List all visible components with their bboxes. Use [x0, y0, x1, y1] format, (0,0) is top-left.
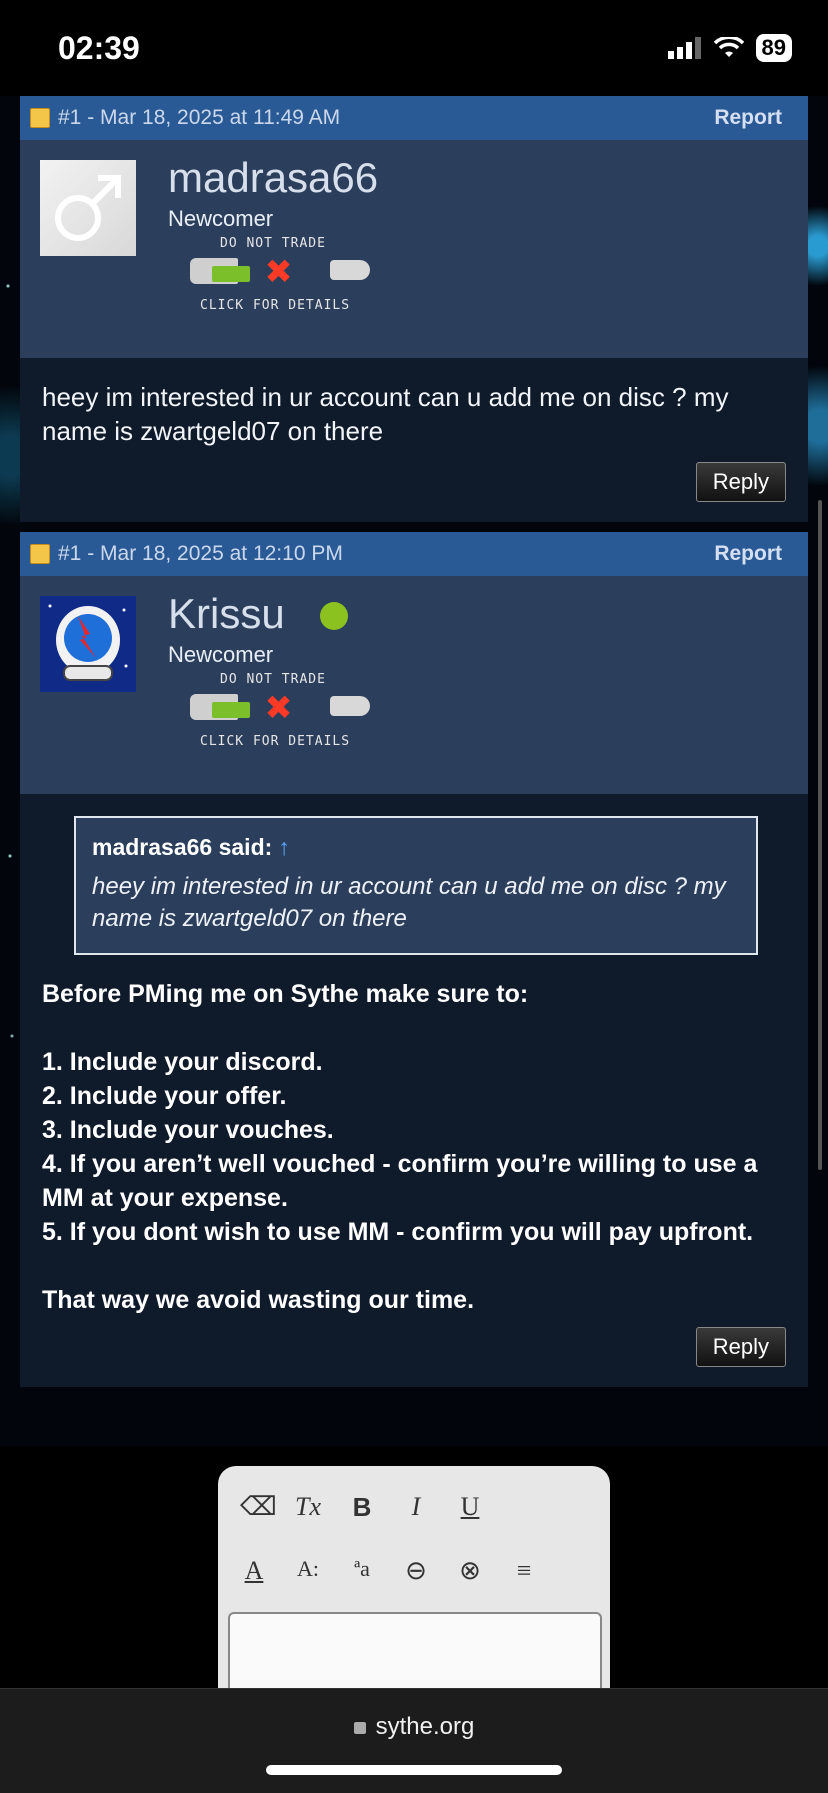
signal-icon: [667, 37, 701, 59]
user-rank: Newcomer: [168, 206, 274, 231]
report-link[interactable]: Report: [714, 106, 782, 130]
hand-money-icon: [190, 258, 250, 284]
hand-icon: [330, 696, 370, 716]
editor-toolbar-row-2: A A: ªa ⊖ ⊗ ≡: [240, 1556, 538, 1586]
post-number-date[interactable]: #1 - Mar 18, 2025 at 11:49 AM: [58, 106, 340, 130]
rule-item: 2. Include your offer.: [42, 1082, 287, 1110]
reply-button[interactable]: Reply: [695, 1327, 786, 1367]
red-x-icon: ✖: [266, 246, 293, 297]
hand-icon: [330, 260, 370, 280]
astronaut-icon: [48, 604, 128, 681]
username[interactable]: madrasa66: [168, 154, 378, 202]
post-2: #1 - Mar 18, 2025 at 12:10 PM Report Kri…: [20, 532, 808, 1387]
url-text: sythe.org: [375, 1713, 475, 1740]
reply-button[interactable]: Reply: [695, 462, 786, 502]
male-symbol-icon: [55, 175, 121, 241]
report-link[interactable]: Report: [714, 542, 782, 566]
status-icons: 89: [667, 34, 792, 62]
url-display[interactable]: sythe.org: [0, 1713, 828, 1741]
clear-format-icon[interactable]: Tx: [294, 1492, 322, 1523]
quote-header: madrasa66 said: ↑: [92, 834, 740, 861]
rule-item: 5. If you dont wish to use MM - confirm …: [42, 1218, 754, 1246]
unlink-icon[interactable]: ⊗: [456, 1556, 484, 1586]
status-bar: 02:39 89: [0, 0, 828, 96]
reply-editor: ⌫ Tx B I U A A: ªa ⊖ ⊗ ≡: [218, 1466, 610, 1704]
rules-outro: That way we avoid wasting our time.: [42, 1286, 475, 1314]
lock-icon: [353, 1721, 366, 1734]
note-icon: [30, 108, 50, 128]
home-indicator[interactable]: [266, 1765, 562, 1775]
font-color-button[interactable]: A: [240, 1556, 268, 1586]
user-block: madrasa66 Newcomer DO NOT TRADE ✖ CLICK …: [20, 140, 808, 358]
do-not-trade-badge[interactable]: DO NOT TRADE ✖ CLICK FOR DETAILS: [184, 672, 384, 752]
remove-format-icon[interactable]: ⌫: [240, 1492, 277, 1523]
browser-url-bar[interactable]: sythe.org: [0, 1688, 828, 1793]
bold-button[interactable]: B: [348, 1492, 376, 1523]
post-1: #1 - Mar 18, 2025 at 11:49 AM Report mad…: [20, 96, 808, 522]
font-size-button[interactable]: A:: [294, 1556, 322, 1586]
wifi-icon: [713, 37, 744, 57]
quote-block: madrasa66 said: ↑ heey im interested in u…: [74, 816, 758, 955]
rules-intro: Before PMing me on Sythe make sure to:: [42, 980, 529, 1008]
avatar[interactable]: [40, 596, 136, 692]
underline-button[interactable]: U: [456, 1492, 484, 1523]
post-message: heey im interested in ur account can u a…: [42, 382, 729, 446]
font-family-button[interactable]: ªa: [348, 1556, 376, 1586]
quote-text: heey im interested in ur account can u a…: [92, 873, 726, 932]
post-number-date[interactable]: #1 - Mar 18, 2025 at 12:10 PM: [58, 542, 343, 566]
avatar[interactable]: [40, 160, 136, 256]
scrollbar[interactable]: [818, 500, 822, 1170]
user-block: Krissu Newcomer DO NOT TRADE ✖ CLICK FOR…: [20, 576, 808, 794]
quote-author: madrasa66 said:: [92, 834, 273, 860]
status-time: 02:39: [58, 30, 140, 66]
hand-money-icon: [190, 694, 250, 720]
do-not-trade-badge[interactable]: DO NOT TRADE ✖ CLICK FOR DETAILS: [184, 236, 384, 316]
editor-toolbar-row-1: ⌫ Tx B I U: [240, 1492, 484, 1523]
rule-item: 4. If you aren’t well vouched - confirm …: [42, 1150, 758, 1212]
post-header: #1 - Mar 18, 2025 at 11:49 AM Report: [20, 96, 808, 140]
badge-bottom-text: CLICK FOR DETAILS: [200, 298, 351, 313]
note-icon: [30, 544, 50, 564]
quote-jump-arrow-icon[interactable]: ↑: [278, 834, 290, 860]
battery-indicator: 89: [755, 34, 792, 62]
user-rank: Newcomer: [168, 642, 274, 667]
post-message: Before PMing me on Sythe make sure to: 1…: [42, 977, 786, 1317]
rule-item: 3. Include your vouches.: [42, 1116, 334, 1144]
rule-item: 1. Include your discord.: [42, 1048, 323, 1076]
online-status-icon: [320, 602, 348, 630]
link-icon[interactable]: ⊖: [402, 1556, 430, 1586]
align-icon[interactable]: ≡: [510, 1556, 538, 1586]
italic-button[interactable]: I: [402, 1492, 430, 1523]
red-x-icon: ✖: [266, 682, 293, 733]
post-header: #1 - Mar 18, 2025 at 12:10 PM Report: [20, 532, 808, 576]
username[interactable]: Krissu: [168, 590, 285, 638]
badge-bottom-text: CLICK FOR DETAILS: [200, 734, 351, 749]
